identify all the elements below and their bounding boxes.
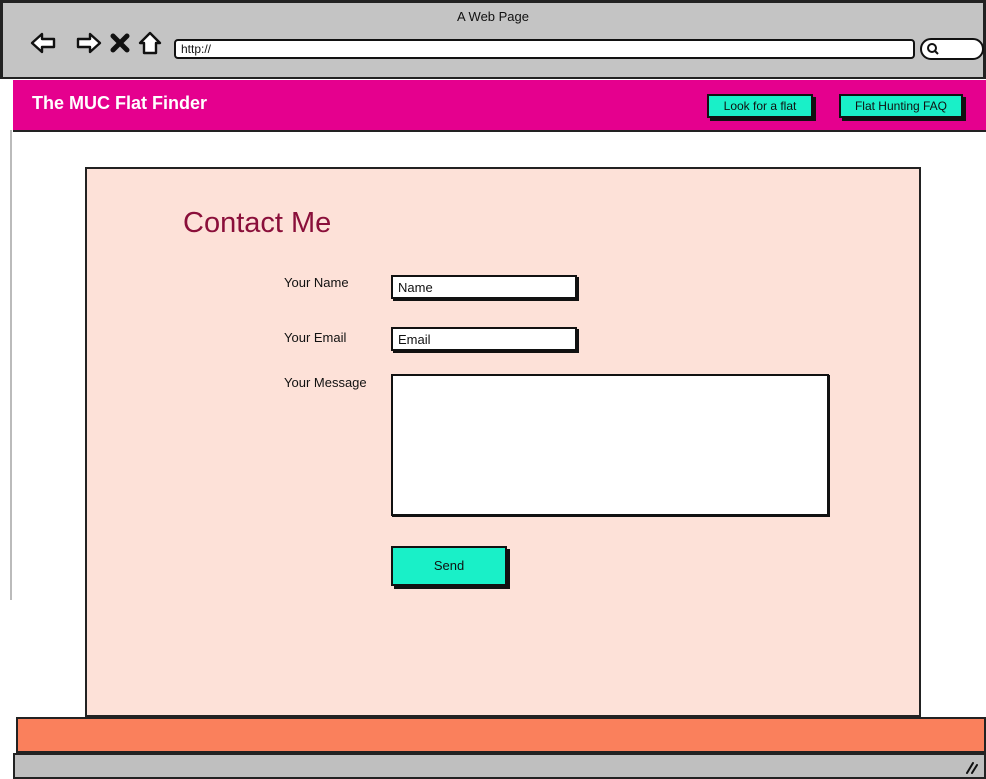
search-icon (927, 43, 939, 55)
nav-faq-button[interactable]: Flat Hunting FAQ (839, 94, 963, 118)
browser-chrome: A Web Page http:// (0, 0, 986, 79)
page-edge (10, 130, 12, 600)
page-title: Contact Me (183, 207, 332, 239)
name-field[interactable] (391, 275, 577, 299)
site-brand[interactable]: The MUC Flat Finder (32, 93, 207, 114)
url-bar[interactable]: http:// (174, 39, 915, 59)
status-bar (13, 753, 986, 779)
site-footer (16, 717, 986, 753)
site-header: The MUC Flat Finder Look for a flat Flat… (13, 80, 986, 132)
search-box[interactable] (920, 38, 984, 60)
send-button[interactable]: Send (391, 546, 507, 586)
message-field[interactable] (391, 374, 829, 516)
email-field[interactable] (391, 327, 577, 351)
back-icon[interactable] (30, 30, 56, 56)
email-label: Your Email (284, 330, 347, 345)
resize-grip-icon[interactable] (964, 760, 978, 774)
window-title: A Web Page (456, 9, 530, 24)
name-label: Your Name (284, 275, 349, 290)
stop-icon[interactable] (109, 30, 131, 56)
home-icon[interactable] (137, 30, 163, 56)
message-label: Your Message (284, 375, 367, 390)
contact-panel: Contact Me Your Name Your Email Your Mes… (85, 167, 921, 717)
nav-look-for-flat-button[interactable]: Look for a flat (707, 94, 813, 118)
forward-icon[interactable] (76, 30, 102, 56)
